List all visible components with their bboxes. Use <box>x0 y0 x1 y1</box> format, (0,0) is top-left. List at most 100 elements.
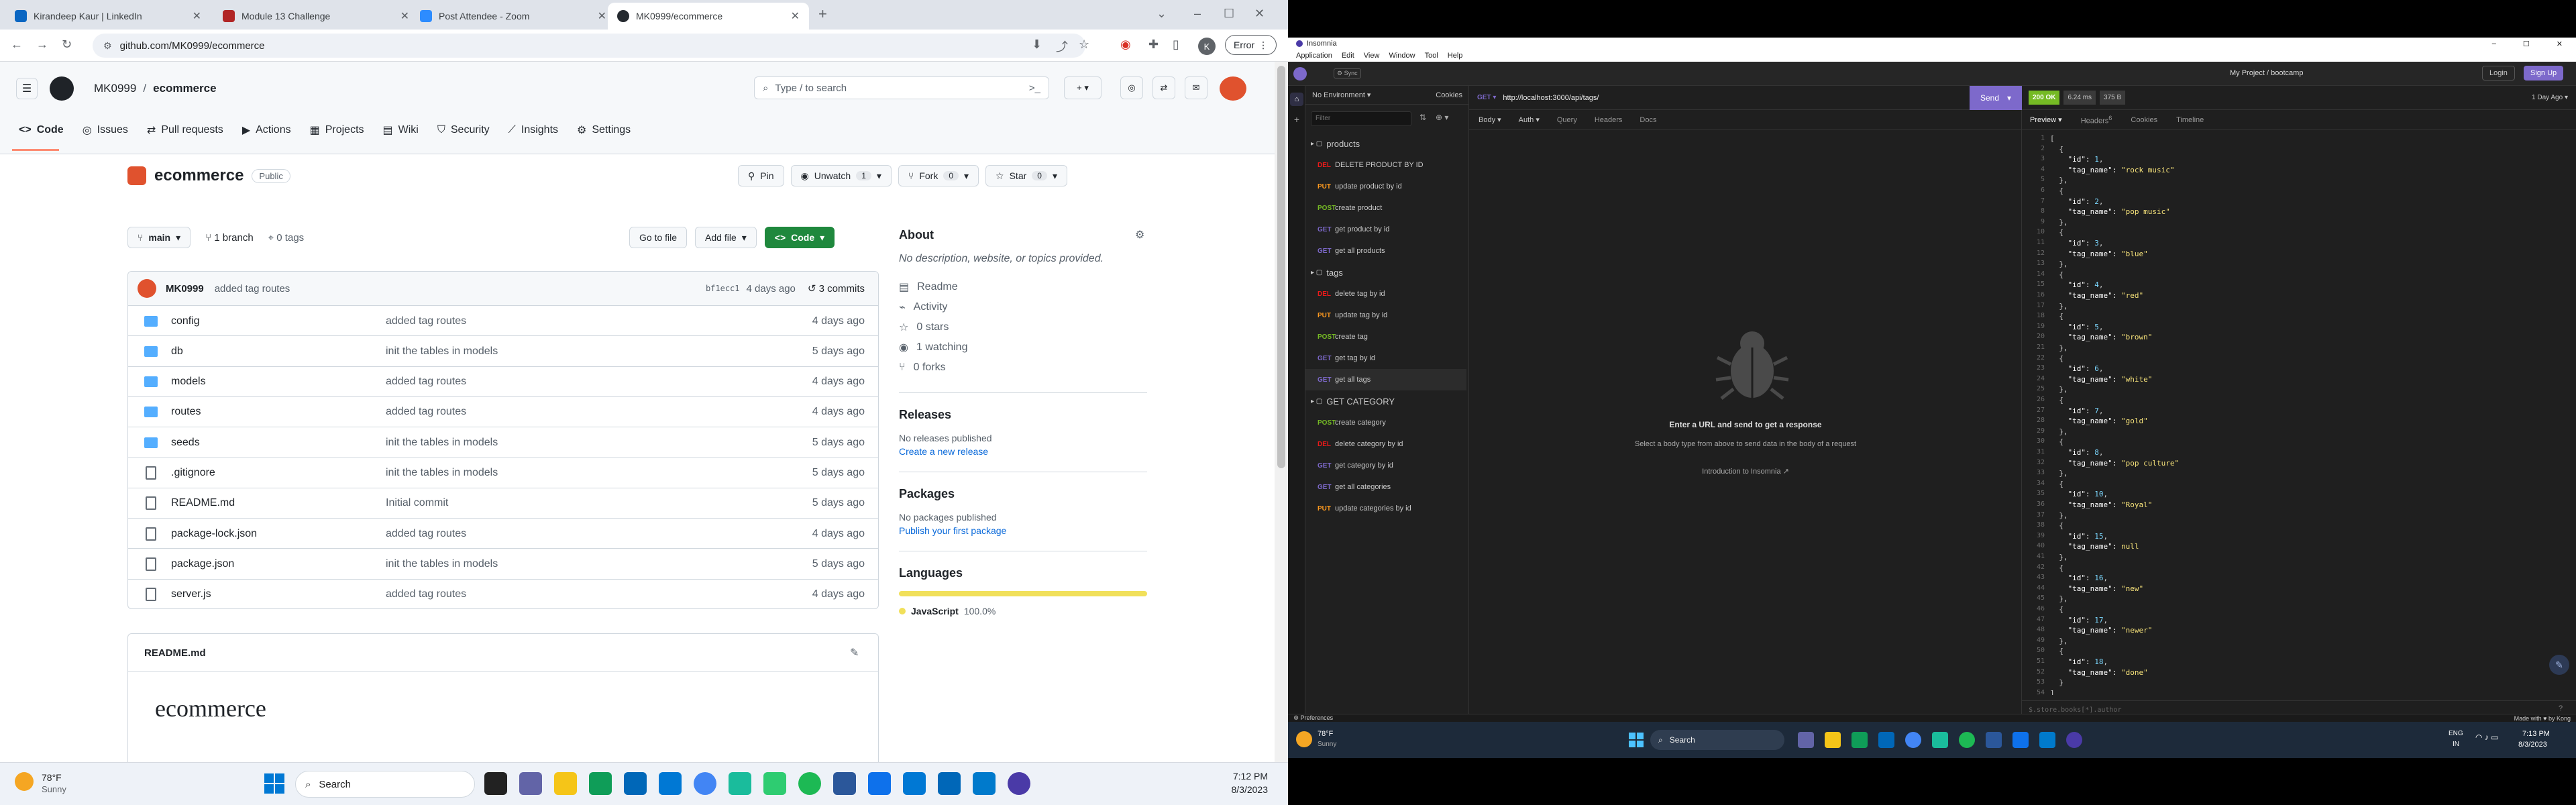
tab-wiki[interactable]: ▤ Wiki <box>383 123 419 137</box>
inbox-icon[interactable]: ✉ <box>1185 76 1208 99</box>
profile-avatar[interactable]: K <box>1198 38 1216 55</box>
clock-time[interactable]: 7:13 PM <box>2522 730 2550 738</box>
file-row[interactable]: package.json init the tables in models 5 d… <box>128 548 878 579</box>
folder-tags[interactable]: ▸ ▢ tags <box>1305 262 1466 283</box>
word-icon[interactable] <box>833 772 856 795</box>
vscode-icon[interactable] <box>973 772 996 795</box>
file-row[interactable]: models added tag routes 4 days ago <box>128 366 878 397</box>
close-window-icon[interactable]: ✕ <box>1254 7 1265 21</box>
login-button[interactable]: Login <box>2482 66 2515 80</box>
pull-requests-icon[interactable]: ⇄ <box>1152 76 1175 99</box>
tab-github[interactable]: MK0999/ecommerce ✕ <box>608 3 809 30</box>
file-row[interactable]: server.js added tag routes 4 days ago <box>128 578 878 608</box>
minimize-icon[interactable]: – <box>2492 40 2496 48</box>
file-commit-message[interactable]: added tag routes <box>386 588 761 600</box>
star-icon[interactable]: ☆ <box>1079 38 1089 52</box>
spotify-icon[interactable] <box>1959 732 1975 748</box>
file-explorer-icon[interactable] <box>554 772 577 795</box>
pin-button[interactable]: ⚲ Pin <box>738 165 784 186</box>
file-row[interactable]: db init the tables in models 5 days ago <box>128 335 878 366</box>
forks-link[interactable]: ⑂ 0 forks <box>899 358 1147 378</box>
chrome-icon[interactable] <box>694 772 716 795</box>
code-button[interactable]: <> Code ▾ <box>764 227 835 248</box>
tab-resp-cookies[interactable]: Cookies <box>2131 116 2157 124</box>
reload-icon[interactable]: ↻ <box>62 38 72 52</box>
file-commit-message[interactable]: added tag routes <box>386 315 761 327</box>
tags-link[interactable]: ⌖ 0 tags <box>268 232 305 244</box>
store-icon[interactable] <box>624 772 647 795</box>
extension-icon[interactable]: ◉ <box>1120 38 1131 52</box>
fork-button[interactable]: ⑂ Fork 0 ▾ <box>898 165 979 186</box>
minimize-icon[interactable]: – <box>1194 7 1201 21</box>
file-row[interactable]: seeds init the tables in models 5 days ago <box>128 427 878 458</box>
file-name[interactable]: models <box>171 376 386 388</box>
user-avatar[interactable] <box>1220 76 1246 101</box>
publish-package-link[interactable]: Publish your first package <box>899 525 1147 536</box>
tab-linkedin[interactable]: Kirandeep Kaur | LinkedIn ✕ <box>5 3 211 30</box>
sync-badge[interactable]: ⚙ Sync <box>1334 68 1361 78</box>
request-item[interactable]: GET get category by id <box>1305 455 1466 476</box>
task-view-icon[interactable] <box>484 772 507 795</box>
project-breadcrumb[interactable]: My Project / bootcamp <box>2230 69 2303 77</box>
chrome-icon[interactable] <box>1905 732 1921 748</box>
intro-link[interactable]: Introduction to Insomnia ↗ <box>1469 467 2022 476</box>
taskbar-search[interactable]: ⌕ Search <box>1650 730 1784 750</box>
request-item[interactable]: GET get tag by id <box>1305 347 1466 369</box>
error-button[interactable]: Error ⋮ <box>1225 35 1277 55</box>
forward-icon[interactable]: → <box>36 38 48 52</box>
insomnia-icon[interactable] <box>2066 732 2082 748</box>
vscode-icon[interactable] <box>2039 732 2055 748</box>
app-icon[interactable] <box>1932 732 1948 748</box>
edge-icon[interactable] <box>589 772 612 795</box>
scroll-thumb[interactable] <box>1277 66 1285 468</box>
clock-time[interactable]: 7:12 PM <box>1225 771 1268 782</box>
insomnia-icon[interactable] <box>1008 772 1030 795</box>
file-commit-message[interactable]: init the tables in models <box>386 345 761 358</box>
tab-code[interactable]: <> Code <box>19 123 64 137</box>
file-name[interactable]: server.js <box>171 588 386 600</box>
zoom-icon[interactable] <box>868 772 891 795</box>
owner-link[interactable]: MK0999 <box>94 82 136 95</box>
send-button[interactable]: Send ▾ <box>1970 85 2022 110</box>
environment-select[interactable]: No Environment ▾ <box>1312 91 1371 99</box>
tab-timeline[interactable]: Timeline <box>2176 116 2204 124</box>
app-icon[interactable] <box>938 772 961 795</box>
tab-body[interactable]: Body ▾ <box>1479 115 1501 124</box>
tab-headers[interactable]: Headers <box>1595 116 1623 124</box>
go-to-file-button[interactable]: Go to file <box>629 227 688 248</box>
puzzle-icon[interactable]: ✚ <box>1148 38 1159 52</box>
sort-icon[interactable]: ⇅ <box>1419 113 1426 122</box>
wifi-icon[interactable]: ◠ ♪ ▭ <box>2475 733 2498 742</box>
weather-temp[interactable]: 78°F <box>1318 730 1333 738</box>
teams-icon[interactable] <box>1798 732 1814 748</box>
windows-start-icon[interactable] <box>1629 733 1644 747</box>
install-icon[interactable]: ⬇ <box>1032 38 1042 52</box>
maximize-icon[interactable]: ☐ <box>2523 40 2530 48</box>
tab-projects[interactable]: ▦ Projects <box>310 123 364 137</box>
folder-get-category[interactable]: ▸ ▢ GET CATEGORY <box>1305 390 1466 412</box>
home-icon[interactable]: ⌂ <box>1290 93 1303 106</box>
history-dropdown[interactable]: 1 Day Ago ▾ <box>2532 94 2576 101</box>
new-tab-button[interactable]: + <box>818 5 827 23</box>
file-name[interactable]: routes <box>171 406 386 418</box>
request-item[interactable]: DEL delete category by id <box>1305 433 1466 455</box>
readme-link[interactable]: ▤ Readme <box>899 277 1147 297</box>
word-icon[interactable] <box>1986 732 2002 748</box>
close-icon[interactable]: ✕ <box>598 9 606 23</box>
request-item[interactable]: GET get all tags <box>1305 369 1466 390</box>
help-icon[interactable]: ? <box>2559 704 2563 712</box>
chevron-down-icon[interactable]: ⌄ <box>1157 7 1167 21</box>
commit-message[interactable]: added tag routes <box>215 283 290 294</box>
file-commit-message[interactable]: added tag routes <box>386 376 761 388</box>
app-icon[interactable] <box>729 772 751 795</box>
close-icon[interactable]: ✕ <box>400 9 409 23</box>
file-name[interactable]: package-lock.json <box>171 528 386 540</box>
file-row[interactable]: package-lock.json added tag routes 4 days … <box>128 518 878 549</box>
request-item[interactable]: DEL DELETE PRODUCT BY ID <box>1305 154 1466 176</box>
file-name[interactable]: db <box>171 345 386 358</box>
request-item[interactable]: PUT update tag by id <box>1305 305 1466 326</box>
file-name[interactable]: config <box>171 315 386 327</box>
request-item[interactable]: POST create product <box>1305 197 1466 219</box>
tab-auth[interactable]: Auth ▾ <box>1519 115 1540 124</box>
commit-author[interactable]: MK0999 <box>166 283 204 294</box>
